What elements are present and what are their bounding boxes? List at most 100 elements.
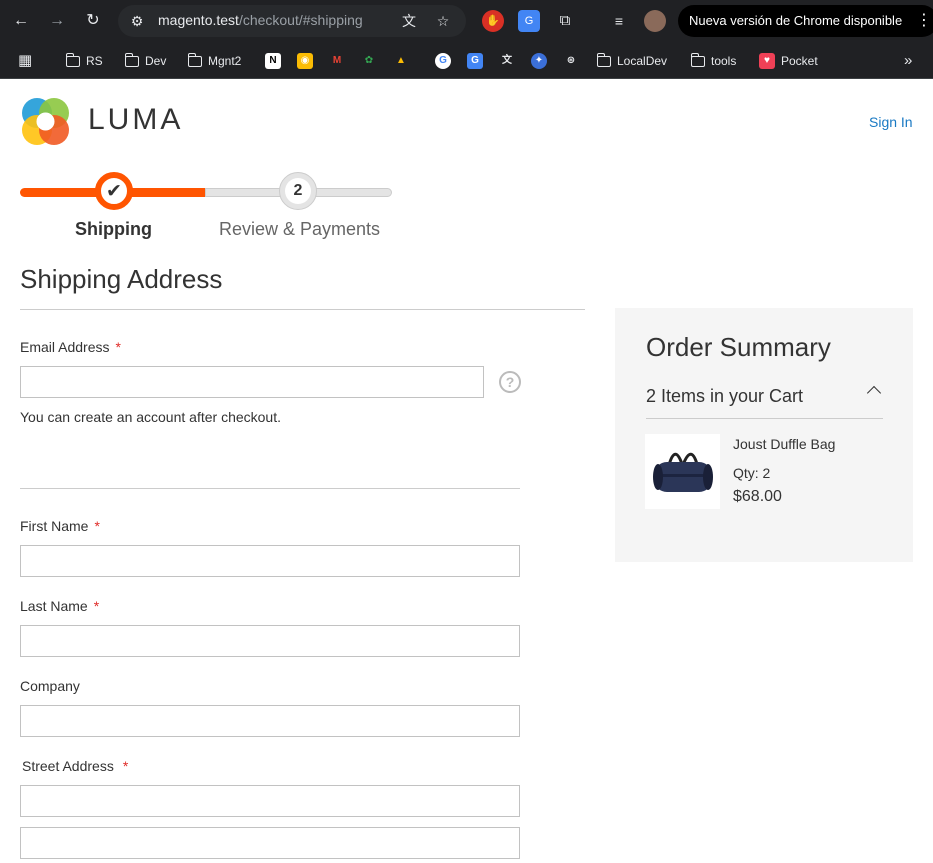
apps-grid-icon[interactable]: ▦ <box>18 51 32 71</box>
pocket-icon: ♥ <box>759 53 775 69</box>
bookmark-label: tools <box>711 54 737 68</box>
translate-icon[interactable]: 文 <box>398 10 420 32</box>
step-shipping-indicator: ✔ <box>95 172 133 210</box>
bookmark-star-icon[interactable]: ☆ <box>432 10 454 32</box>
cart-items-toggle[interactable]: 2 Items in your Cart <box>646 384 883 419</box>
url-text: magento.test/checkout/#shipping <box>158 12 363 28</box>
street-label-text: Street Address <box>22 758 114 774</box>
drive-bookmark-icon[interactable]: ▲ <box>393 51 409 71</box>
cart-item-count: 2 Items in your Cart <box>646 386 804 406</box>
bookmark-label: Dev <box>145 54 167 68</box>
gmail-bookmark-icon[interactable]: M <box>329 51 345 71</box>
bookmark-folder-dev[interactable]: Dev <box>124 51 167 71</box>
last-name-label-text: Last Name <box>20 598 88 614</box>
address-bar[interactable]: ⚙ magento.test/checkout/#shipping 文 ☆ <box>118 5 466 37</box>
notion-bookmark-icon[interactable]: N <box>265 51 281 71</box>
extensions-puzzle-icon[interactable]: ⧉ <box>554 10 576 32</box>
compass-bookmark-icon[interactable]: ✦ <box>531 51 547 71</box>
email-section-divider <box>20 488 520 489</box>
last-name-label: Last Name * <box>20 598 99 614</box>
product-qty: Qty: 2 <box>733 465 771 481</box>
bookmark-label: RS <box>86 54 103 68</box>
step-review-indicator: 2 <box>279 172 317 210</box>
browser-toolbar: ← → ↻ ⚙ magento.test/checkout/#shipping … <box>0 0 933 42</box>
last-name-field[interactable] <box>20 625 520 657</box>
first-name-label-text: First Name <box>20 518 89 534</box>
street-address-line-1[interactable] <box>20 785 520 817</box>
product-thumbnail <box>645 434 720 509</box>
email-label: Email Address * <box>20 339 121 355</box>
bookmark-folder-tools[interactable]: tools <box>690 51 737 71</box>
required-marker: * <box>115 339 121 355</box>
bookmark-label: Mgnt2 <box>208 54 242 68</box>
shipping-address-title: Shipping Address <box>20 264 223 294</box>
dictionary-icon: 文 <box>502 55 512 66</box>
street-address-line-2[interactable] <box>20 827 520 859</box>
folder-icon <box>690 52 705 67</box>
street-address-label: Street Address * <box>22 758 128 774</box>
required-marker: * <box>94 518 100 534</box>
required-marker: * <box>122 758 129 774</box>
bookmark-folder-localdev[interactable]: LocalDev <box>596 51 668 71</box>
google-bookmark-icon[interactable]: G <box>435 51 451 71</box>
first-name-label: First Name * <box>20 518 100 534</box>
photos-icon: ✿ <box>364 55 374 66</box>
bookmark-folder-mgnt2[interactable]: Mgnt2 <box>187 51 242 71</box>
email-note: You can create an account after checkout… <box>20 409 281 425</box>
email-label-text: Email Address <box>20 339 110 355</box>
email-field[interactable] <box>20 366 484 398</box>
drive-icon: ▲ <box>396 55 406 66</box>
bookmark-label: LocalDev <box>617 54 668 68</box>
translate-icon: G <box>467 53 483 69</box>
reload-icon[interactable]: ↻ <box>81 9 105 33</box>
translate-bookmark-icon[interactable]: G <box>467 51 483 71</box>
bookmark-pocket[interactable]: ♥ Pocket <box>759 51 818 71</box>
logo-text[interactable]: LUMA <box>88 103 183 137</box>
folder-icon <box>124 52 139 67</box>
order-summary-panel: Order Summary 2 Items in your Cart Joust… <box>615 308 913 562</box>
required-marker: * <box>93 598 100 614</box>
company-field[interactable] <box>20 705 520 737</box>
first-name-field[interactable] <box>20 545 520 577</box>
bookmark-folder-rs[interactable]: RS <box>65 51 103 71</box>
checkmark-icon: ✔ <box>106 181 122 202</box>
chrome-update-button[interactable]: Nueva versión de Chrome disponible ⋮ <box>678 5 933 37</box>
openai-bookmark-icon[interactable]: ⊛ <box>563 51 579 71</box>
google-translate-extension-icon[interactable]: G <box>518 10 540 32</box>
back-icon[interactable]: ← <box>9 9 33 33</box>
title-divider <box>20 309 585 310</box>
step-label-review-payments: Review & Payments <box>219 219 381 239</box>
url-host: magento.test <box>158 12 239 28</box>
help-icon[interactable]: ? <box>499 371 521 393</box>
url-path: /checkout/#shipping <box>238 12 363 28</box>
compass-icon: ✦ <box>531 53 547 69</box>
sign-in-link[interactable]: Sign In <box>869 114 913 130</box>
profile-avatar[interactable] <box>644 10 666 32</box>
adblock-extension-icon[interactable]: ✋ <box>482 10 504 32</box>
bookmarks-bar: ▦ RS Dev Mgnt2 N ◉ M ✿ ▲ G G 文 ✦ ⊛ Local… <box>0 42 933 79</box>
folder-icon <box>596 52 611 67</box>
folder-icon <box>65 52 80 67</box>
company-label: Company <box>20 678 80 694</box>
forward-icon[interactable]: → <box>45 9 69 33</box>
more-menu-icon[interactable]: ⋮ <box>916 5 932 37</box>
google-icon: G <box>435 53 451 69</box>
chevron-up-icon <box>866 385 882 401</box>
site-settings-icon[interactable]: ⚙ <box>126 10 148 32</box>
photos-bookmark-icon[interactable]: ✿ <box>361 51 377 71</box>
product-price: $68.00 <box>733 488 782 505</box>
media-queue-icon[interactable]: ≡ <box>608 10 630 32</box>
gmail-icon: M <box>332 55 342 66</box>
bookmark-label: Pocket <box>781 54 818 68</box>
luma-logo-icon[interactable] <box>20 96 72 148</box>
step-label-shipping: Shipping <box>75 219 152 239</box>
keep-bookmark-icon[interactable]: ◉ <box>297 51 313 71</box>
step-number: 2 <box>285 178 311 204</box>
product-name: Joust Duffle Bag <box>733 436 836 452</box>
order-summary-title: Order Summary <box>646 332 831 362</box>
folder-icon <box>187 52 202 67</box>
dictionary-bookmark-icon[interactable]: 文 <box>499 51 515 71</box>
notion-icon: N <box>265 53 281 69</box>
more-bookmarks-icon[interactable]: » <box>904 51 912 71</box>
update-notice-text: Nueva versión de Chrome disponible <box>689 13 903 28</box>
